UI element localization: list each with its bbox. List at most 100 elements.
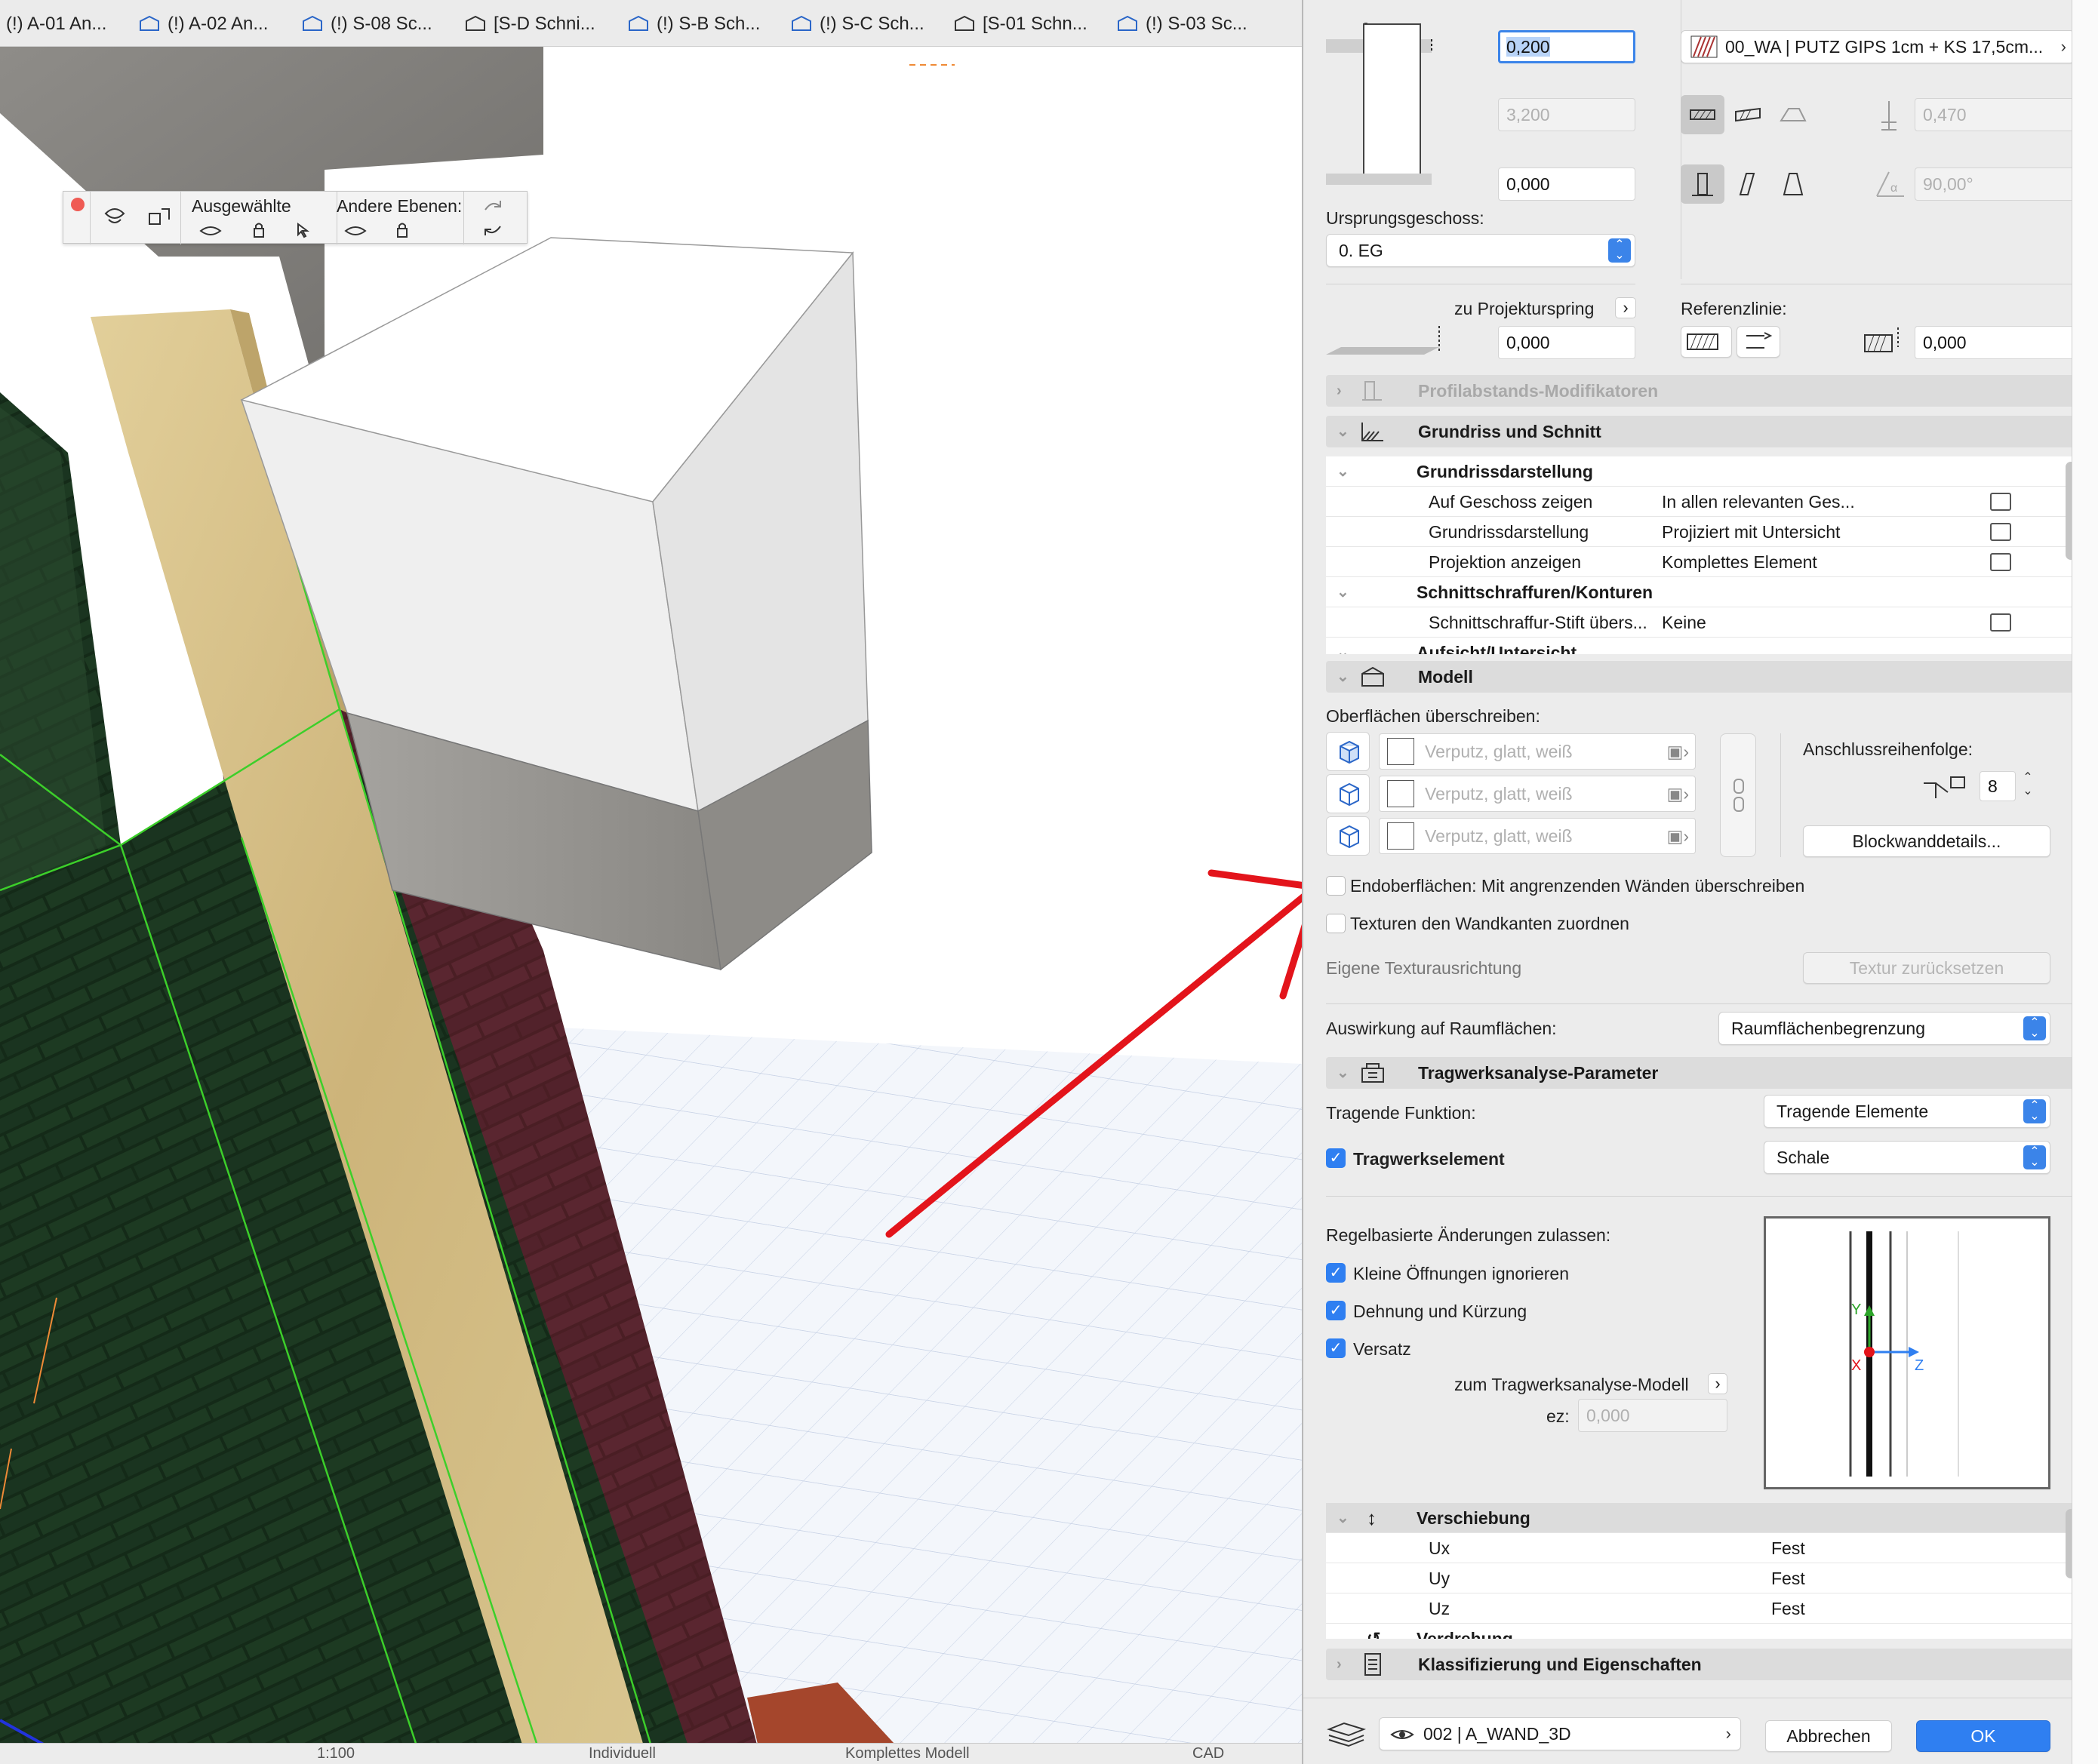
wall-thickness-field[interactable]: 0,470 bbox=[1915, 98, 2075, 131]
textures-edges-checkbox[interactable] bbox=[1326, 914, 1346, 933]
structure-basic-button[interactable] bbox=[1681, 95, 1724, 134]
3d-viewport[interactable]: (!) A-01 An... (!) A-02 An... (!) S-08 S… bbox=[0, 0, 1302, 1764]
displacement-table: ⌄ ↕ Verschiebung Ux Fest Uy Fest Uz Fest ⌄ ↺ … bbox=[1326, 1503, 2081, 1639]
origin-story-select[interactable]: 0. EG ⌃ ⌄ bbox=[1326, 234, 1635, 267]
eye-icon[interactable] bbox=[199, 223, 222, 238]
ref-line-offset-field[interactable]: 0,000 bbox=[1915, 326, 2075, 359]
cancel-button[interactable]: Abbrechen bbox=[1765, 1720, 1892, 1752]
scale-readout[interactable]: 1:100 bbox=[317, 1745, 355, 1762]
displacement-value[interactable]: Fest bbox=[1771, 1563, 1805, 1593]
floorplan-row-value[interactable]: In allen relevanten Ges... bbox=[1662, 487, 1855, 517]
project-origin-field[interactable]: 0,000 bbox=[1498, 326, 1635, 359]
rule-checkbox[interactable]: ✓ bbox=[1326, 1338, 1346, 1358]
redo-icon[interactable] bbox=[482, 198, 503, 216]
ok-button[interactable]: OK bbox=[1916, 1720, 2050, 1752]
surface-override-field[interactable]: Verputz, glatt, weiß ▣› bbox=[1379, 733, 1696, 770]
section-header-model[interactable]: ⌄ Modell bbox=[1326, 661, 2081, 693]
block-wall-details-button[interactable]: Blockwanddetails... bbox=[1803, 825, 2050, 857]
surface-picker-icon[interactable]: ▣› bbox=[1667, 819, 1689, 853]
floorplan-row-value[interactable]: Komplettes Element bbox=[1662, 547, 1817, 577]
floorplan-group-row[interactable]: ⌄ Schnittschraffuren/Konturen bbox=[1326, 577, 2073, 607]
connection-order-stepper[interactable]: ⌃ ⌄ bbox=[2019, 771, 2037, 801]
connection-order-field[interactable]: 8 bbox=[1980, 771, 2016, 801]
floorplan-row-value[interactable]: Projiziert mit Untersicht bbox=[1662, 517, 1840, 547]
view-tab[interactable]: (!) S-C Sch... bbox=[789, 8, 924, 41]
view-tab[interactable]: [S-01 Schn... bbox=[952, 8, 1087, 41]
surface-chain-toggle[interactable] bbox=[1720, 733, 1756, 857]
structure-composite-button[interactable] bbox=[1726, 95, 1770, 134]
floorplan-group-row[interactable]: ⌄ Grundrissdarstellung bbox=[1326, 456, 2073, 487]
wall-base-offset-field[interactable]: 0,000 bbox=[1498, 167, 1635, 201]
displacement-value[interactable]: Fest bbox=[1771, 1533, 1805, 1563]
displacement-group-row[interactable]: ⌄ ↕ Verschiebung bbox=[1326, 1503, 2073, 1533]
model-view-readout[interactable]: Komplettes Modell bbox=[845, 1745, 970, 1762]
zone-effect-select[interactable]: Raumflächenbegrenzung ⌃ ⌄ bbox=[1718, 1012, 2050, 1045]
lock-icon[interactable] bbox=[252, 222, 266, 238]
floorplan-row[interactable]: Auf Geschoss zeigen In allen relevanten G… bbox=[1326, 487, 2073, 517]
ez-field[interactable]: 0,000 bbox=[1578, 1399, 1727, 1432]
close-dot[interactable] bbox=[71, 198, 85, 211]
surface-picker-icon[interactable]: ▣› bbox=[1667, 734, 1689, 769]
view-tab[interactable]: [S-D Schni... bbox=[463, 8, 595, 41]
eye-icon[interactable] bbox=[344, 223, 367, 238]
geometry-slanted-button[interactable] bbox=[1726, 164, 1770, 204]
surface-override-field[interactable]: Verputz, glatt, weiß ▣› bbox=[1379, 776, 1696, 812]
surface-side-button[interactable] bbox=[1326, 732, 1370, 771]
displacement-value[interactable]: Fest bbox=[1771, 1593, 1805, 1624]
floorplan-row-value[interactable]: Keine bbox=[1662, 607, 1706, 638]
composite-selector[interactable]: 00_WA | PUTZ GIPS 1cm + KS 17,5cm... › bbox=[1681, 30, 2075, 63]
rotation-group-row[interactable]: ⌄ ↺ Verdrehung bbox=[1326, 1624, 2073, 1639]
cad-readout[interactable]: CAD bbox=[1192, 1745, 1224, 1762]
section-header-classification[interactable]: › Klassifizierung und Eigenschaften bbox=[1326, 1649, 2081, 1680]
slant-angle-field[interactable]: 90,00° bbox=[1915, 167, 2075, 201]
rule-checkbox[interactable]: ✓ bbox=[1326, 1301, 1346, 1320]
displacement-row[interactable]: Ux Fest bbox=[1326, 1533, 2073, 1563]
3d-model-scene[interactable] bbox=[0, 47, 1302, 1764]
structural-element-select[interactable]: Schale ⌃ ⌄ bbox=[1764, 1141, 2050, 1174]
to-analysis-model-label: zum Tragwerksanalyse-Modell bbox=[1454, 1375, 1689, 1394]
view-tab[interactable]: (!) S-08 Sc... bbox=[300, 8, 432, 41]
surface-override-field[interactable]: Verputz, glatt, weiß ▣› bbox=[1379, 818, 1696, 854]
structural-function-select[interactable]: Tragende Elemente ⌃ ⌄ bbox=[1764, 1095, 2050, 1128]
section-header-structural[interactable]: ⌄ Tragwerksanalyse-Parameter bbox=[1326, 1057, 2081, 1089]
view-tab[interactable]: (!) S-03 Sc... bbox=[1115, 8, 1247, 41]
view-tab[interactable]: (!) A-02 An... bbox=[137, 8, 268, 41]
floorplan-group-row[interactable]: ⌄ Aufsicht/Untersicht bbox=[1326, 638, 2073, 654]
structure-profile-button[interactable] bbox=[1771, 95, 1815, 134]
floorplan-row[interactable]: Grundrissdarstellung Projiziert mit Unter… bbox=[1326, 517, 2073, 547]
surface-picker-icon[interactable]: ▣› bbox=[1667, 776, 1689, 811]
lock-icon[interactable] bbox=[395, 222, 409, 238]
section-header-floorplan[interactable]: ⌄ Grundriss und Schnitt bbox=[1326, 416, 2081, 447]
chevron-down-icon[interactable]: ⌄ bbox=[1337, 456, 1349, 487]
section-header-profile-modifiers[interactable]: › Profilabstands-Modifikatoren bbox=[1326, 375, 2081, 407]
layer-state-readout[interactable]: Individuell bbox=[589, 1745, 656, 1762]
to-analysis-model-chevron[interactable]: › bbox=[1708, 1373, 1727, 1394]
undo-icon[interactable] bbox=[482, 220, 503, 238]
texture-reset-button[interactable]: Textur zurücksetzen bbox=[1803, 952, 2050, 984]
wall-height-field[interactable]: 3,200 bbox=[1498, 98, 1635, 131]
floorplan-row[interactable]: Schnittschraffur-Stift übers... Keine bbox=[1326, 607, 2073, 638]
displacement-row[interactable]: Uy Fest bbox=[1326, 1563, 2073, 1593]
wall-top-offset-field[interactable]: 0,200 bbox=[1498, 30, 1635, 63]
ref-line-location-button[interactable] bbox=[1681, 326, 1732, 358]
structural-element-checkbox[interactable]: ✓ bbox=[1326, 1148, 1346, 1168]
end-surfaces-checkbox[interactable] bbox=[1326, 876, 1346, 896]
surface-side-button[interactable] bbox=[1326, 816, 1370, 856]
viewport-status-bar: 1:100 Individuell Komplettes Modell CAD bbox=[0, 1743, 1302, 1764]
surface-side-button[interactable] bbox=[1326, 774, 1370, 813]
ref-line-flip-button[interactable] bbox=[1737, 326, 1780, 358]
layers-icon[interactable] bbox=[101, 203, 128, 230]
rule-checkbox[interactable]: ✓ bbox=[1326, 1263, 1346, 1283]
displacement-row[interactable]: Uz Fest bbox=[1326, 1593, 2073, 1624]
cursor-icon[interactable] bbox=[294, 222, 311, 238]
layer-lock-icon[interactable] bbox=[145, 203, 172, 230]
project-origin-chevron[interactable]: › bbox=[1615, 297, 1636, 318]
floorplan-row[interactable]: Projektion anzeigen Komplettes Element bbox=[1326, 547, 2073, 577]
view-tab[interactable]: (!) A-01 An... bbox=[6, 8, 106, 41]
chevron-down-icon[interactable]: ⌄ bbox=[1337, 638, 1349, 654]
layer-select[interactable]: 002 | A_WAND_3D › bbox=[1379, 1717, 1741, 1750]
chevron-down-icon[interactable]: ⌄ bbox=[1337, 577, 1349, 607]
geometry-double-slanted-button[interactable] bbox=[1771, 164, 1815, 204]
geometry-straight-button[interactable] bbox=[1681, 164, 1724, 204]
view-tab[interactable]: (!) S-B Sch... bbox=[626, 8, 760, 41]
